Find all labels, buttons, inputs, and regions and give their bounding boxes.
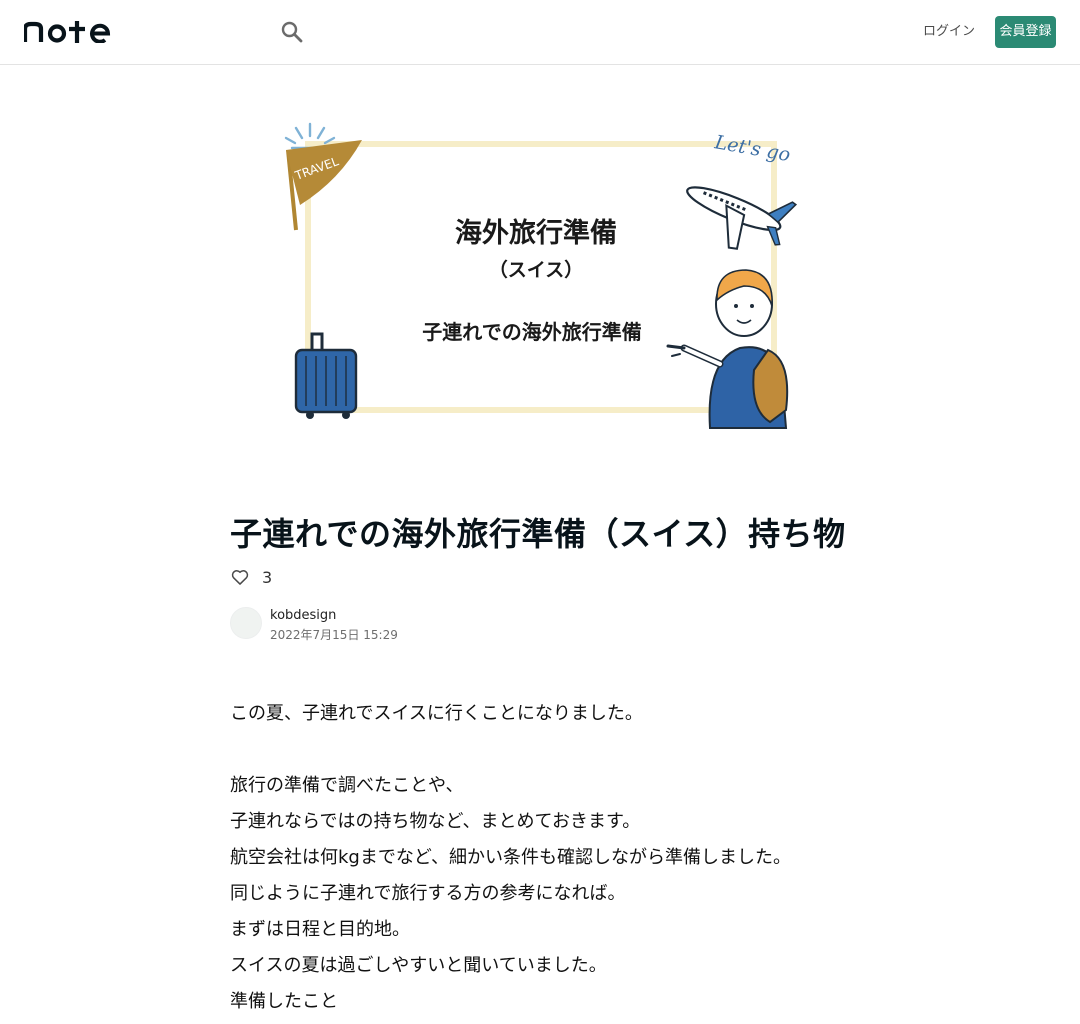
like-row: 3 [230,564,272,590]
body-paragraph: 旅行の準備で調べたことや、 [230,775,464,796]
body-paragraph: 航空会社は何kgまでなど、細かい条件も確認しながら準備しました。 [230,847,791,868]
eyecatch-caption: 子連れでの海外旅行準備 [422,320,641,344]
body-paragraph: 子連れならではの持ち物など、まとめておきます。 [230,811,641,832]
heart-icon[interactable] [230,567,250,587]
post-date: 2022年7月15日 15:29 [270,628,398,642]
body-paragraph: スイスの夏は過ごしやすいと聞いていました。 [230,955,607,976]
body-blank-line [230,732,850,768]
article-body: この夏、子連れでスイスに行くことになりました。 旅行の準備で調べたことや、 子連… [230,696,850,1020]
site-header: ログイン 会員登録 [0,0,1080,65]
like-count[interactable]: 3 [262,568,272,587]
signup-button[interactable]: 会員登録 [995,16,1056,48]
eyecatch-image: TRAVEL Let's go 海外旅行準備 （スイス） 子連れでの海外旅行準備 [284,122,798,429]
login-link[interactable]: ログイン [920,16,978,48]
body-paragraph: この夏、子連れでスイスに行くことになりました。 [230,703,643,724]
article-title: 子連れでの海外旅行準備（スイス）持ち物リストと準備したこと [230,515,850,553]
note-logo[interactable] [24,21,124,43]
eyecatch-headline: 海外旅行準備 [455,217,617,249]
body-paragraph: 準備したこと [230,991,338,1012]
body-paragraph: 同じように子連れで旅行する方の参考になれば。 [230,883,626,904]
search-icon[interactable] [278,18,306,46]
avatar[interactable] [230,607,262,639]
body-paragraph: まずは日程と目的地。 [230,919,410,940]
eyecatch-subheadline: （スイス） [489,258,583,281]
author-name[interactable]: kobdesign [270,608,336,623]
